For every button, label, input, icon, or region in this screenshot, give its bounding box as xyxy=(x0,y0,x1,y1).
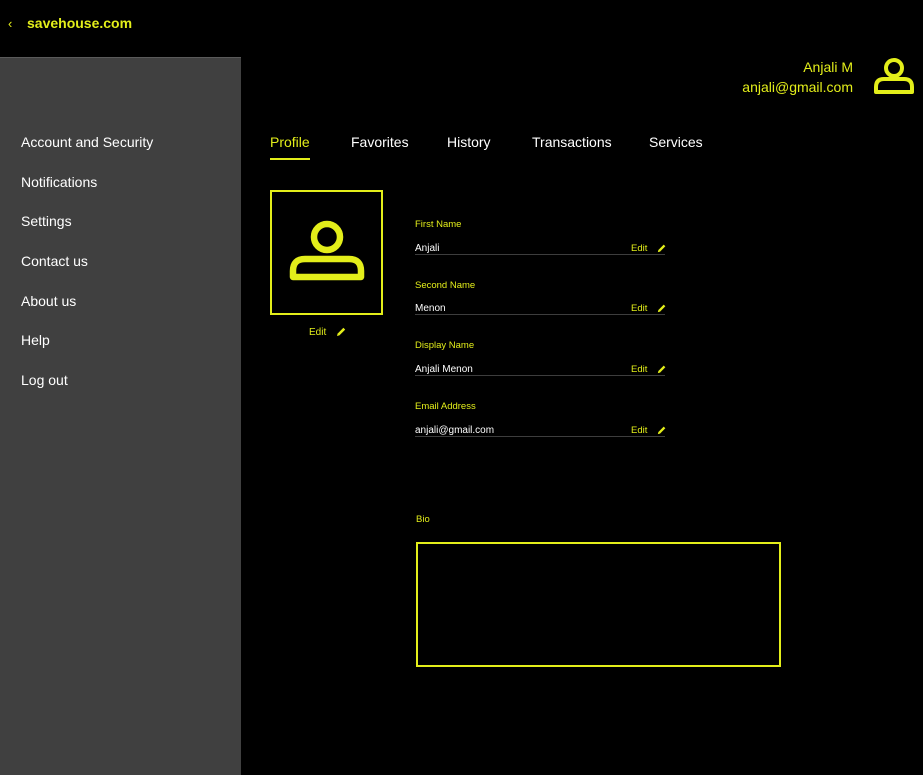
tab-profile[interactable]: Profile xyxy=(270,134,310,150)
top-bar: ‹ savehouse.com xyxy=(0,0,923,57)
sidebar-item-settings[interactable]: Settings xyxy=(21,213,72,229)
email-address-underline xyxy=(415,436,665,437)
tab-favorites[interactable]: Favorites xyxy=(351,134,409,150)
sidebar-item-account-security[interactable]: Account and Security xyxy=(21,134,153,150)
tab-services[interactable]: Services xyxy=(649,134,703,150)
display-name-edit-button[interactable]: Edit xyxy=(631,364,647,375)
first-name-value: Anjali xyxy=(415,243,440,254)
display-name-label: Display Name xyxy=(415,340,475,351)
second-name-value: Menon xyxy=(415,303,446,314)
photo-edit-button[interactable]: Edit xyxy=(309,327,326,338)
bio-textarea[interactable] xyxy=(416,542,781,667)
user-icon[interactable] xyxy=(872,55,916,95)
second-name-underline xyxy=(415,314,665,315)
email-address-label: Email Address xyxy=(415,401,476,412)
pencil-icon[interactable] xyxy=(656,243,667,254)
pencil-icon[interactable] xyxy=(335,326,347,338)
sidebar-item-contact-us[interactable]: Contact us xyxy=(21,253,88,269)
user-icon xyxy=(289,220,365,281)
pencil-icon[interactable] xyxy=(656,303,667,314)
first-name-label: First Name xyxy=(415,219,462,230)
user-name: Anjali M xyxy=(803,59,853,75)
sidebar-item-help[interactable]: Help xyxy=(21,332,50,348)
second-name-edit-button[interactable]: Edit xyxy=(631,303,647,314)
brand-name[interactable]: savehouse.com xyxy=(27,15,132,31)
display-name-value: Anjali Menon xyxy=(415,364,473,375)
first-name-edit-button[interactable]: Edit xyxy=(631,243,647,254)
first-name-underline xyxy=(415,254,665,255)
email-address-value: anjali@gmail.com xyxy=(415,425,495,436)
second-name-label: Second Name xyxy=(415,280,476,291)
bio-label: Bio xyxy=(416,514,430,525)
tab-history[interactable]: History xyxy=(447,134,491,150)
email-address-edit-button[interactable]: Edit xyxy=(631,425,647,436)
chevron-left-icon[interactable]: ‹ xyxy=(8,16,12,31)
sidebar-item-log-out[interactable]: Log out xyxy=(21,372,68,388)
sidebar-item-notifications[interactable]: Notifications xyxy=(21,174,97,190)
pencil-icon[interactable] xyxy=(656,425,667,436)
profile-photo xyxy=(270,190,383,315)
display-name-underline xyxy=(415,375,665,376)
pencil-icon[interactable] xyxy=(656,364,667,375)
sidebar-item-about-us[interactable]: About us xyxy=(21,293,76,309)
user-email: anjali@gmail.com xyxy=(742,79,853,95)
sidebar xyxy=(0,57,241,775)
active-tab-indicator xyxy=(270,158,310,160)
tab-transactions[interactable]: Transactions xyxy=(532,134,612,150)
